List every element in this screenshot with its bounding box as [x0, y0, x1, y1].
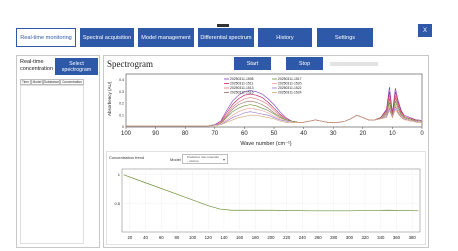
table-body: [20, 85, 84, 244]
tab-real-time-monitoring[interactable]: Real-time monitoring: [16, 28, 76, 47]
spectrogram-title: Spectrogram: [107, 59, 153, 69]
spectrogram-y-tick-label: 0.4: [119, 78, 124, 82]
trend-x-tick-label: 280: [330, 235, 338, 240]
close-button[interactable]: X: [418, 24, 432, 37]
trend-chart: 20 40 60 80 100 120 140 160 180 200 220 240 260 280 30…: [114, 168, 421, 240]
trend-x-tick-label: 180: [252, 235, 260, 240]
trend-y-tick-label: 1: [118, 172, 121, 177]
tab-indicator: [217, 24, 229, 27]
spectrogram-x-tick-label: 0: [420, 131, 424, 137]
spectrogram-legend-label: 20250311-1513: [230, 86, 254, 90]
trend-x-tick-label: 160: [236, 235, 244, 240]
tab-spectral-acquisition[interactable]: Spectral acquisition: [80, 28, 134, 47]
trend-x-tick-label: 340: [377, 235, 385, 240]
trend-x-tick-label: 80: [175, 235, 180, 240]
tab-settings[interactable]: Settings: [317, 28, 373, 47]
spectrogram-xlabel: Wave number (cm⁻¹): [240, 141, 291, 147]
model-select[interactable]: Predictive raw materials - mixture ▾: [182, 154, 228, 164]
spectrogram-y-tick-label: 0: [122, 125, 124, 129]
spectrogram-legend-label: 20250311-1517: [278, 77, 302, 81]
model-label: Model: [170, 157, 181, 162]
spectrogram-chart: 100 90 80 70 60 50 40 30 20 10 0 0.40.30.20.10 202…: [107, 73, 424, 147]
tab-differential-spectrum[interactable]: Differential spectrum: [198, 28, 254, 47]
spectrogram-legend-label: 20250311-1511: [230, 82, 253, 86]
trend-x-ticks: 20 40 60 80 100 120 140 160 180 200 220 240 260 280 30…: [127, 235, 416, 240]
spectrogram-y-tick-label: 0.2: [119, 102, 124, 106]
trend-x-tick-label: 100: [189, 235, 197, 240]
spectrogram-legend-label: 20250311-1524: [278, 91, 302, 95]
spectrogram-y-tick-label: 0.3: [119, 90, 124, 94]
trend-x-tick-label: 240: [299, 235, 307, 240]
spectrogram-x-tick-label: 50: [271, 131, 278, 137]
trend-x-tick-label: 40: [143, 235, 148, 240]
trend-x-tick-label: 120: [205, 235, 213, 240]
trend-title: Concentration trend: [109, 155, 145, 160]
spectrogram-legend-label: 20250311-1516: [230, 91, 254, 95]
spectrogram-legend-label: 20250311-1520: [278, 82, 302, 86]
model-select-value: Predictive raw materials - mixture: [187, 155, 219, 163]
spectrogram-x-tick-label: 40: [300, 131, 307, 137]
spectrogram-x-tick-label: 30: [330, 131, 337, 137]
spectrogram-x-tick-label: 70: [211, 131, 218, 137]
trend-x-tick-label: 220: [283, 235, 291, 240]
spectrogram-ylabel: Absorbency (AU): [107, 81, 112, 116]
stop-button[interactable]: Stop: [286, 57, 323, 70]
trend-x-tick-label: 300: [346, 235, 354, 240]
spectrogram-x-tick-label: 100: [121, 131, 132, 137]
spectrogram-x-tick-label: 20: [359, 131, 366, 137]
trend-x-tick-label: 20: [127, 235, 132, 240]
start-button[interactable]: Start: [234, 57, 271, 70]
spectrogram-x-tick-label: 90: [152, 131, 159, 137]
select-spectrogram-button[interactable]: Select spectrogram: [55, 58, 98, 75]
tab-model-management[interactable]: Model management: [138, 28, 194, 47]
spectrogram-y-tick-label: 0.1: [119, 113, 124, 117]
concentration-title: Real-time concentration: [20, 59, 54, 72]
progress-bar: [330, 62, 378, 66]
spectrogram-x-tick-label: 80: [182, 131, 189, 137]
chevron-down-icon: ▾: [222, 157, 225, 162]
trend-y-ticks: 10.5: [114, 172, 120, 206]
spectrogram-x-tick-label: 60: [241, 131, 248, 137]
spectrogram-x-ticks: 100 90 80 70 60 50 40 30 20 10 0: [121, 127, 424, 137]
trend-x-tick-label: 360: [393, 235, 401, 240]
tab-history[interactable]: History: [258, 28, 312, 47]
trend-x-tick-label: 380: [409, 235, 417, 240]
spectrogram-legend-label: 20250311-1522: [278, 86, 302, 90]
trend-x-tick-label: 260: [314, 235, 322, 240]
trend-x-tick-label: 60: [159, 235, 164, 240]
trend-x-tick-label: 200: [267, 235, 275, 240]
trend-x-tick-label: 140: [220, 235, 228, 240]
spectrogram-x-tick-label: 10: [389, 131, 396, 137]
trend-y-tick-label: 0.5: [114, 201, 120, 206]
spectrogram-legend-label: 20250311-1508: [230, 77, 254, 81]
spectrogram-y-ticks: 0.4 0.3 0.2 0.1 0: [119, 78, 124, 129]
trend-x-tick-label: 320: [362, 235, 370, 240]
